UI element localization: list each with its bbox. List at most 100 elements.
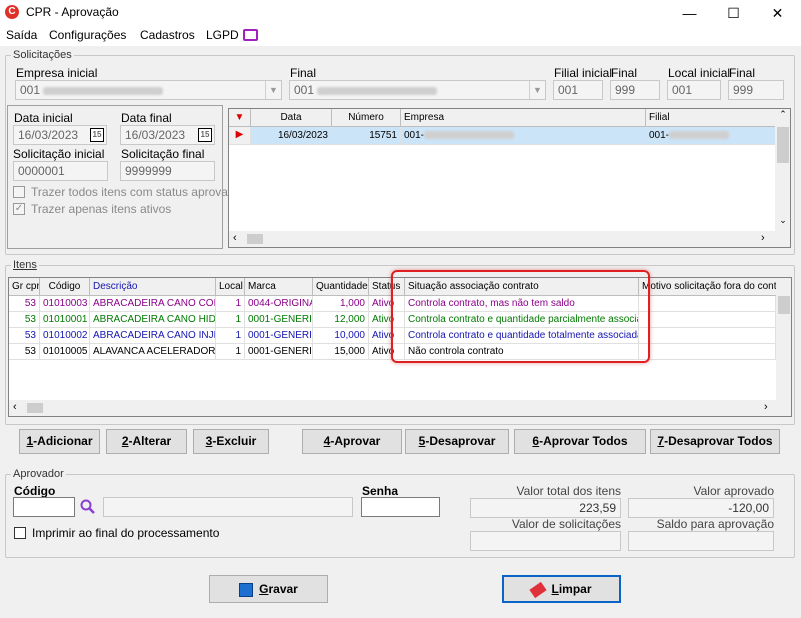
col-quantidade[interactable]: Quantidade [313,278,369,296]
saldo-label: Saldo para aprovação [656,517,774,531]
data-final-field[interactable]: 16/03/2023 15 [120,125,215,145]
desaprovar-button[interactable]: 5-Desaprovar [405,429,509,454]
search-icon[interactable] [80,499,96,515]
chevron-down-icon[interactable]: ▼ [529,81,545,99]
saldo-field [628,531,774,551]
cell-marca: 0044-ORIGINAL [245,296,313,312]
col-gr-cpr[interactable]: Gr cpr [9,278,40,296]
valor-aprovado-label: Valor aprovado [693,484,775,498]
itens-grid-vscroll[interactable] [776,278,791,400]
col-local[interactable]: Local [216,278,245,296]
col-marca[interactable]: Marca [245,278,313,296]
chk-apenas-ativos[interactable]: ✓ [13,203,25,215]
menu-saida[interactable]: Saída [6,28,37,42]
row-pointer-icon: ▶ [229,127,251,145]
imprimir-checkbox[interactable] [14,527,26,539]
scroll-thumb[interactable] [778,296,790,314]
cell-motivo [639,328,776,344]
local-final-label: Final [729,66,756,80]
cell-local: 1 [216,344,245,360]
cell-gr-cpr: 53 [9,344,40,360]
col-descricao[interactable]: Descrição [90,278,216,296]
empresa-inicial-combo[interactable]: 001 ▼ [15,80,282,100]
itens-grid-hscroll[interactable]: ‹ › [9,400,791,416]
sol-grid-hscroll[interactable]: ‹ › [229,231,790,247]
menu-cadastros[interactable]: Cadastros [140,28,195,42]
sol-inicial-label: Solicitação inicial [13,147,105,161]
cell-local: 1 [216,296,245,312]
local-final-field[interactable]: 999 [728,80,784,100]
desaprovar-todos-button[interactable]: 7-Desaprovar Todos [650,429,780,454]
cell-quantidade: 15,000 [313,344,369,360]
cell-descricao: ALAVANCA ACELERADOR [90,344,216,360]
scroll-thumb[interactable] [247,234,263,244]
codigo-field[interactable] [13,497,75,517]
calendar-icon[interactable]: 15 [198,128,212,142]
valor-total-label: Valor total dos itens [516,484,621,498]
chk-ativos-label: Trazer apenas itens ativos [31,202,172,216]
data-inicial-label: Data inicial [14,111,73,125]
chevron-down-icon[interactable]: ▼ [265,81,281,99]
col-empresa[interactable]: Empresa [401,109,646,127]
cell-codigo: 01010003 [40,296,90,312]
local-inicial-field[interactable]: 001 [667,80,721,100]
excluir-button[interactable]: 3-Excluir [193,429,269,454]
senha-field[interactable] [361,497,440,517]
cell-local: 1 [216,328,245,344]
cell-gr-cpr: 53 [9,328,40,344]
col-codigo[interactable]: Código [40,278,90,296]
cell-codigo: 01010002 [40,328,90,344]
empresa-final-combo[interactable]: 001 ▼ [289,80,546,100]
sol-inicial-field[interactable]: 0000001 [13,161,108,181]
data-inicial-field[interactable]: 16/03/2023 15 [13,125,107,145]
filial-final-field[interactable]: 999 [610,80,660,100]
menu-lgpd[interactable]: LGPD [206,28,239,42]
cell-motivo [639,312,776,328]
cell-marca: 0001-GENERIC [245,344,313,360]
col-filial[interactable]: Filial [646,109,776,127]
col-motivo[interactable]: Motivo solicitação fora do cont [639,278,777,296]
filial-final-label: Final [611,66,638,80]
local-inicial-label: Local inicial [668,66,731,80]
aprovar-todos-button[interactable]: 6-Aprovar Todos [514,429,646,454]
empresa-final-label: Final [290,66,317,80]
itens-title: Itens [11,259,39,271]
limpar-button[interactable]: Limpar [502,575,621,603]
app-icon: C [5,5,19,19]
menu-configuracoes[interactable]: Configurações [49,28,126,42]
aprovador-title: Aprovador [11,468,66,480]
aprovar-button[interactable]: 4-Aprovar [302,429,402,454]
chk-todos-aprovado[interactable] [13,186,25,198]
cell-codigo: 01010005 [40,344,90,360]
filial-inicial-label: Filial inicial [554,66,613,80]
sol-final-field[interactable]: 9999999 [120,161,215,181]
minimize-button[interactable]: — [667,0,712,26]
cell-motivo [639,344,776,360]
cell-descricao: ABRACADEIRA CANO HIDR [90,312,216,328]
grid-menu-icon[interactable]: ▼ [229,109,251,127]
senha-label: Senha [362,484,399,498]
window-title: CPR - Aprovação [26,5,119,19]
lgpd-monitor-icon[interactable] [243,29,258,41]
maximize-button[interactable]: ☐ [711,0,756,26]
col-data[interactable]: Data [251,109,332,127]
cell-empresa: 001- [401,127,646,145]
cell-codigo: 01010001 [40,312,90,328]
table-row[interactable]: ▶ 16/03/2023 15751 001- 001- [229,127,776,145]
sol-grid-vscroll[interactable]: ⌃ ⌄ [775,109,790,231]
cell-motivo [639,296,776,312]
col-numero[interactable]: Número [332,109,401,127]
data-final-label: Data final [121,111,172,125]
codigo-label: Código [14,484,56,498]
filial-inicial-field[interactable]: 001 [553,80,603,100]
cell-quantidade: 1,000 [313,296,369,312]
adicionar-button[interactable]: 1-Adicionar [19,429,100,454]
scroll-thumb[interactable] [27,403,43,413]
alterar-button[interactable]: 2-Alterar [106,429,187,454]
gravar-button[interactable]: Gravar [209,575,328,603]
valor-aprovado-field: -120,00 [628,498,774,518]
calendar-icon[interactable]: 15 [90,128,104,142]
close-button[interactable]: ✕ [755,0,800,26]
cell-gr-cpr: 53 [9,312,40,328]
scroll-thumb[interactable] [777,127,789,163]
